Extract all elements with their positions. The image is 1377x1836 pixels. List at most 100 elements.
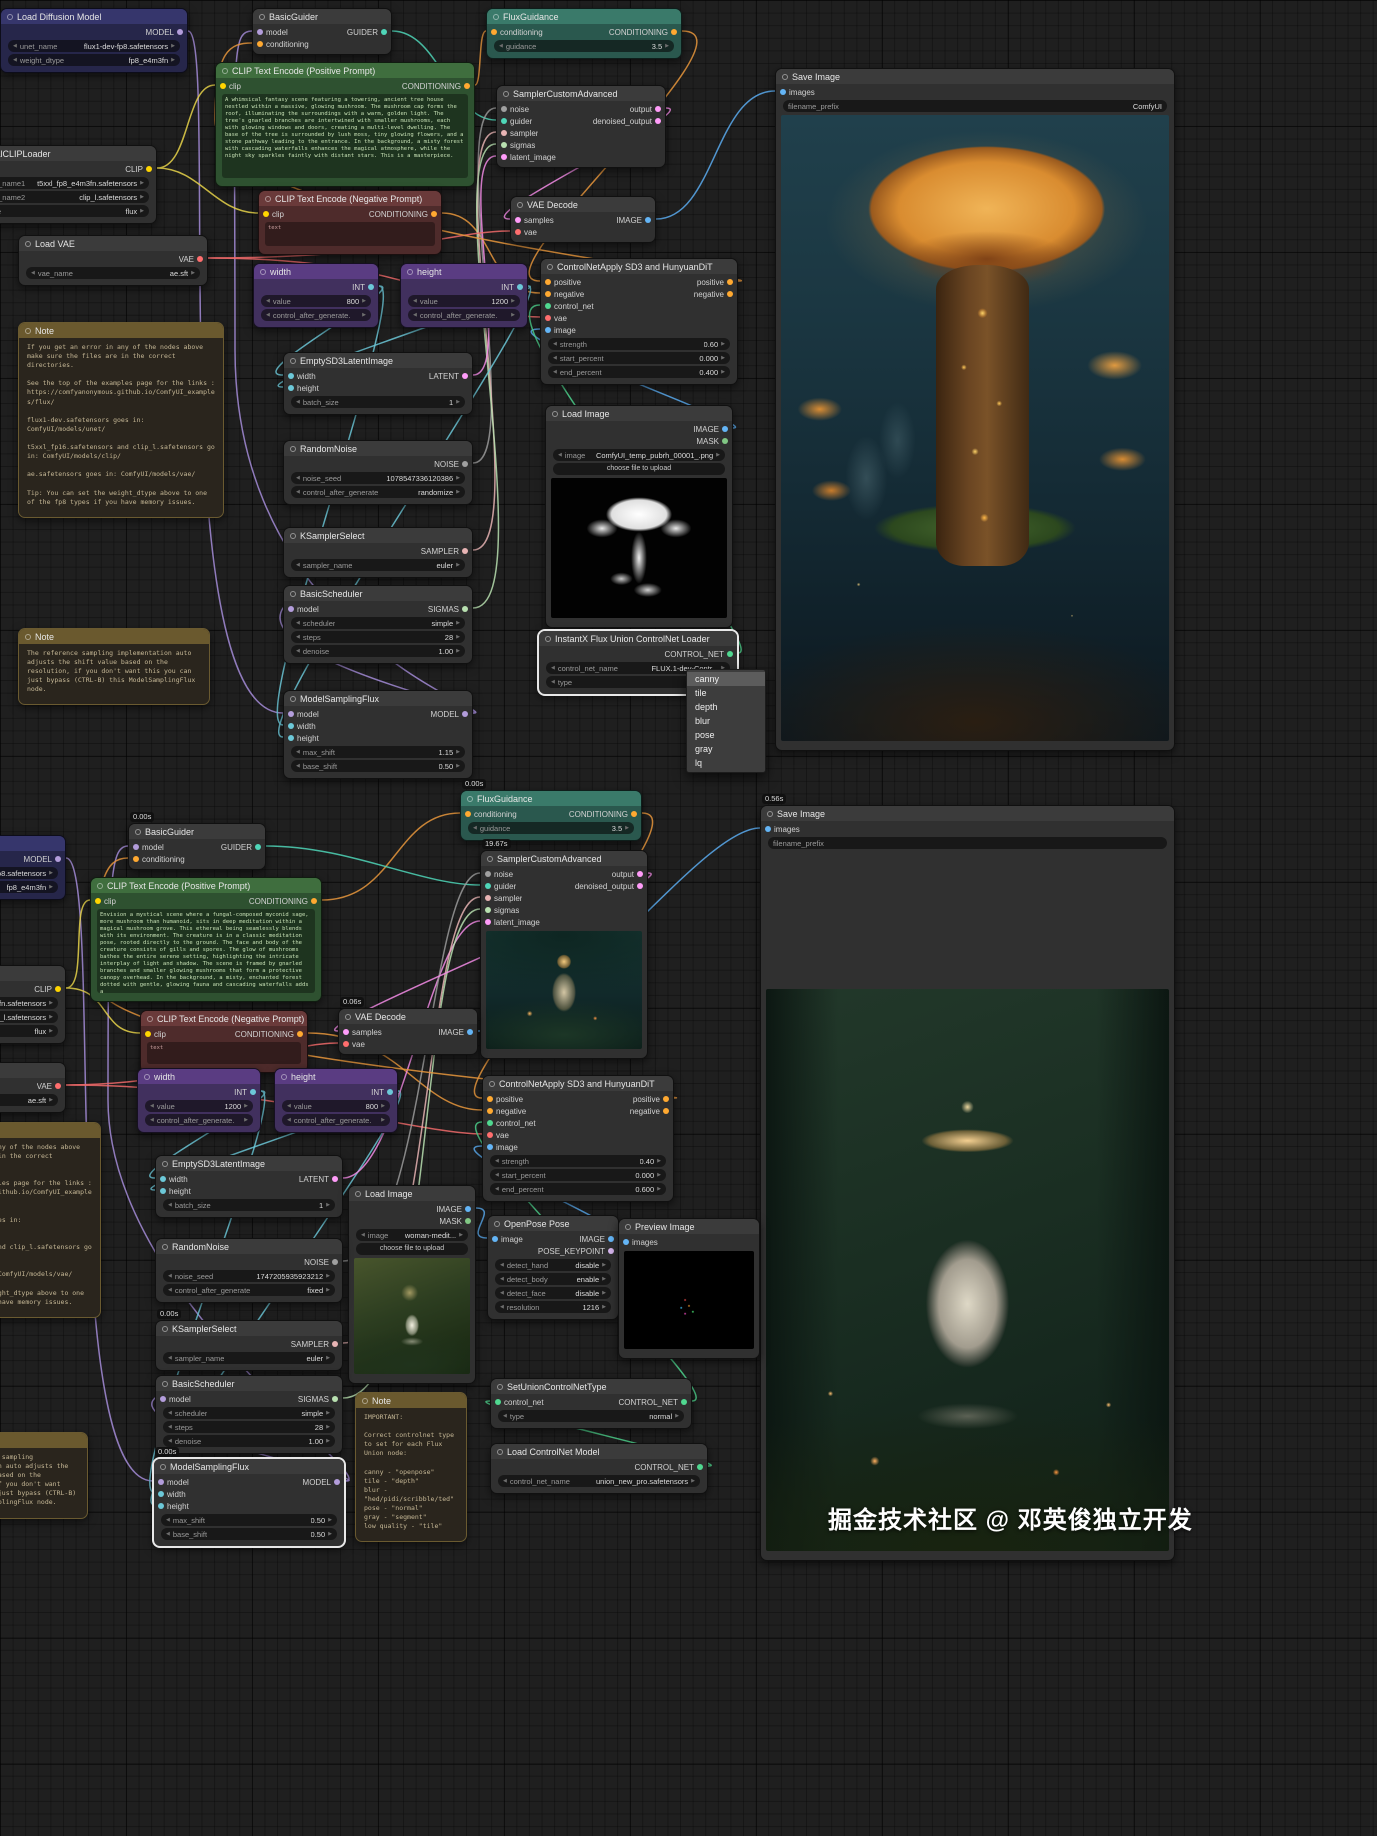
- widget-value[interactable]: value800: [282, 1100, 390, 1112]
- node-header[interactable]: FluxGuidance: [461, 791, 641, 806]
- widget-batch_size[interactable]: batch_size1: [291, 396, 465, 408]
- collapse-icon[interactable]: [625, 1224, 631, 1230]
- widget-detect_face[interactable]: detect_facedisable: [495, 1287, 611, 1299]
- controlnet-type-dropdown[interactable]: cannytiledepthblurposegraylq: [686, 669, 766, 773]
- node-note-4[interactable]: NoteThe reference sampling implementatio…: [0, 1432, 88, 1519]
- output-slot-dot[interactable]: [462, 461, 468, 467]
- node-header[interactable]: BasicGuider: [253, 9, 391, 24]
- widget-strength[interactable]: strength0.40: [490, 1155, 666, 1167]
- node-ksampler-select-1[interactable]: KSamplerSelectSAMPLERsampler_nameeuler: [283, 527, 473, 578]
- input-slot-dot[interactable]: [158, 1503, 164, 1509]
- output-slot-dot[interactable]: [462, 373, 468, 379]
- input-slot-dot[interactable]: [485, 895, 491, 901]
- widget-value[interactable]: value1200: [408, 295, 520, 307]
- node-openpose-pose[interactable]: OpenPose PoseimageIMAGEPOSE_KEYPOINTdete…: [487, 1215, 619, 1320]
- node-header[interactable]: Load VAE: [19, 236, 207, 251]
- dropdown-item-blur[interactable]: blur: [687, 714, 765, 728]
- input-slot-dot[interactable]: [485, 871, 491, 877]
- widget-control_after_generate[interactable]: control_after_generatefixed: [163, 1284, 335, 1296]
- input-slot-dot[interactable]: [485, 883, 491, 889]
- collapse-icon[interactable]: [135, 829, 141, 835]
- prompt-textarea[interactable]: text: [265, 222, 435, 246]
- node-sampler-custom-advanced-1[interactable]: SamplerCustomAdvancednoiseoutputguiderde…: [496, 85, 666, 168]
- widget-clip_name1[interactable]: clip_name1t5xxl_fp8_e4m3fn.safetensors: [0, 177, 149, 189]
- input-slot-dot[interactable]: [158, 1491, 164, 1497]
- output-slot-dot[interactable]: [55, 986, 61, 992]
- input-slot-dot[interactable]: [492, 1236, 498, 1242]
- output-slot-dot[interactable]: [655, 106, 661, 112]
- collapse-icon[interactable]: [25, 328, 31, 334]
- input-slot-dot[interactable]: [495, 1399, 501, 1405]
- input-slot-dot[interactable]: [158, 1479, 164, 1485]
- node-height-1[interactable]: heightINTvalue1200control_after_generate…: [400, 263, 528, 328]
- collapse-icon[interactable]: [552, 411, 558, 417]
- input-slot-dot[interactable]: [501, 154, 507, 160]
- node-random-noise-2[interactable]: RandomNoiseNOISEnoise_seed17472059359232…: [155, 1238, 343, 1303]
- dropdown-item-pose[interactable]: pose: [687, 728, 765, 742]
- node-empty-sd3-latent-2[interactable]: EmptySD3LatentImagewidthLATENTheightbatc…: [155, 1155, 343, 1218]
- input-slot-dot[interactable]: [133, 844, 139, 850]
- prompt-textarea[interactable]: Envision a mystical scene where a fungal…: [97, 909, 315, 993]
- node-note-1[interactable]: NoteIf you get an error in any of the no…: [18, 322, 224, 518]
- dropdown-item-lq[interactable]: lq: [687, 756, 765, 770]
- node-header[interactable]: EmptySD3LatentImage: [156, 1156, 342, 1171]
- widget-control_net_name[interactable]: control_net_nameunion_new_pro.safetensor…: [498, 1475, 700, 1487]
- widget-type[interactable]: typeflux: [0, 205, 149, 217]
- node-header[interactable]: width: [254, 264, 378, 279]
- node-header[interactable]: BasicScheduler: [284, 586, 472, 601]
- collapse-icon[interactable]: [7, 14, 13, 20]
- node-header[interactable]: width: [138, 1069, 260, 1084]
- output-slot-dot[interactable]: [465, 1218, 471, 1224]
- node-dual-clip-loader-2[interactable]: DualCLIPLoaderCLIPclip_name1t5xxl_fp8_e4…: [0, 965, 66, 1044]
- output-slot-dot[interactable]: [631, 811, 637, 817]
- node-header[interactable]: BasicScheduler: [156, 1376, 342, 1391]
- widget-vae_name[interactable]: vae_nameae.sft: [0, 1094, 58, 1106]
- input-slot-dot[interactable]: [160, 1396, 166, 1402]
- output-slot-dot[interactable]: [637, 871, 643, 877]
- input-slot-dot[interactable]: [465, 811, 471, 817]
- widget-sampler_name[interactable]: sampler_nameeuler: [163, 1352, 335, 1364]
- node-clip-positive-1[interactable]: CLIP Text Encode (Positive Prompt)clipCO…: [215, 62, 475, 187]
- node-header[interactable]: Load Diffusion Model: [1, 9, 187, 24]
- collapse-icon[interactable]: [144, 1074, 150, 1080]
- output-slot-dot[interactable]: [255, 844, 261, 850]
- node-header[interactable]: Load Image: [546, 406, 732, 421]
- widget-denoise[interactable]: denoise1.00: [163, 1435, 335, 1447]
- widget-scheduler[interactable]: schedulersimple: [163, 1407, 335, 1419]
- node-empty-sd3-latent-1[interactable]: EmptySD3LatentImagewidthLATENTheightbatc…: [283, 352, 473, 415]
- node-header[interactable]: FluxGuidance: [487, 9, 681, 24]
- node-note-2[interactable]: NoteThe reference sampling implementatio…: [18, 628, 210, 705]
- output-slot-dot[interactable]: [55, 1083, 61, 1089]
- widget-start_percent[interactable]: start_percent0.000: [548, 352, 730, 364]
- input-slot-dot[interactable]: [501, 130, 507, 136]
- widget-max_shift[interactable]: max_shift1.15: [291, 746, 465, 758]
- collapse-icon[interactable]: [222, 68, 228, 74]
- node-height-2[interactable]: heightINTvalue800control_after_generate.: [274, 1068, 398, 1133]
- node-header[interactable]: KSamplerSelect: [284, 528, 472, 543]
- node-clip-negative-2[interactable]: CLIP Text Encode (Negative Prompt)clipCO…: [140, 1010, 308, 1073]
- input-slot-dot[interactable]: [780, 89, 786, 95]
- node-load-image-1[interactable]: Load ImageIMAGEMASKimageComfyUI_temp_pub…: [545, 405, 733, 628]
- widget-filename_prefix[interactable]: filename_prefixComfyUI: [783, 100, 1167, 112]
- output-slot-dot[interactable]: [146, 166, 152, 172]
- input-slot-dot[interactable]: [765, 826, 771, 832]
- widget-guidance[interactable]: guidance3.5: [494, 40, 674, 52]
- node-random-noise-1[interactable]: RandomNoiseNOISEnoise_seed10785473361203…: [283, 440, 473, 505]
- input-slot-dot[interactable]: [343, 1041, 349, 1047]
- widget-end_percent[interactable]: end_percent0.600: [490, 1183, 666, 1195]
- widget-resolution[interactable]: resolution1216: [495, 1301, 611, 1313]
- output-slot-dot[interactable]: [297, 1031, 303, 1037]
- input-slot-dot[interactable]: [623, 1239, 629, 1245]
- node-load-vae-2[interactable]: Load VAEVAEvae_nameae.sft: [0, 1062, 66, 1113]
- node-controlnet-apply-1[interactable]: ControlNetApply SD3 and HunyuanDiTpositi…: [540, 258, 738, 385]
- output-slot-dot[interactable]: [368, 284, 374, 290]
- input-slot-dot[interactable]: [288, 711, 294, 717]
- node-note-important[interactable]: NoteIMPORTANT: Correct controlnet type t…: [355, 1392, 467, 1542]
- node-header[interactable]: VAE Decode: [339, 1009, 477, 1024]
- node-controlnet-apply-2[interactable]: ControlNetApply SD3 and HunyuanDiTpositi…: [482, 1075, 674, 1202]
- input-slot-dot[interactable]: [545, 291, 551, 297]
- widget-steps[interactable]: steps28: [291, 631, 465, 643]
- collapse-icon[interactable]: [407, 269, 413, 275]
- node-header[interactable]: DualCLIPLoader: [0, 966, 65, 981]
- node-header[interactable]: KSamplerSelect: [156, 1321, 342, 1336]
